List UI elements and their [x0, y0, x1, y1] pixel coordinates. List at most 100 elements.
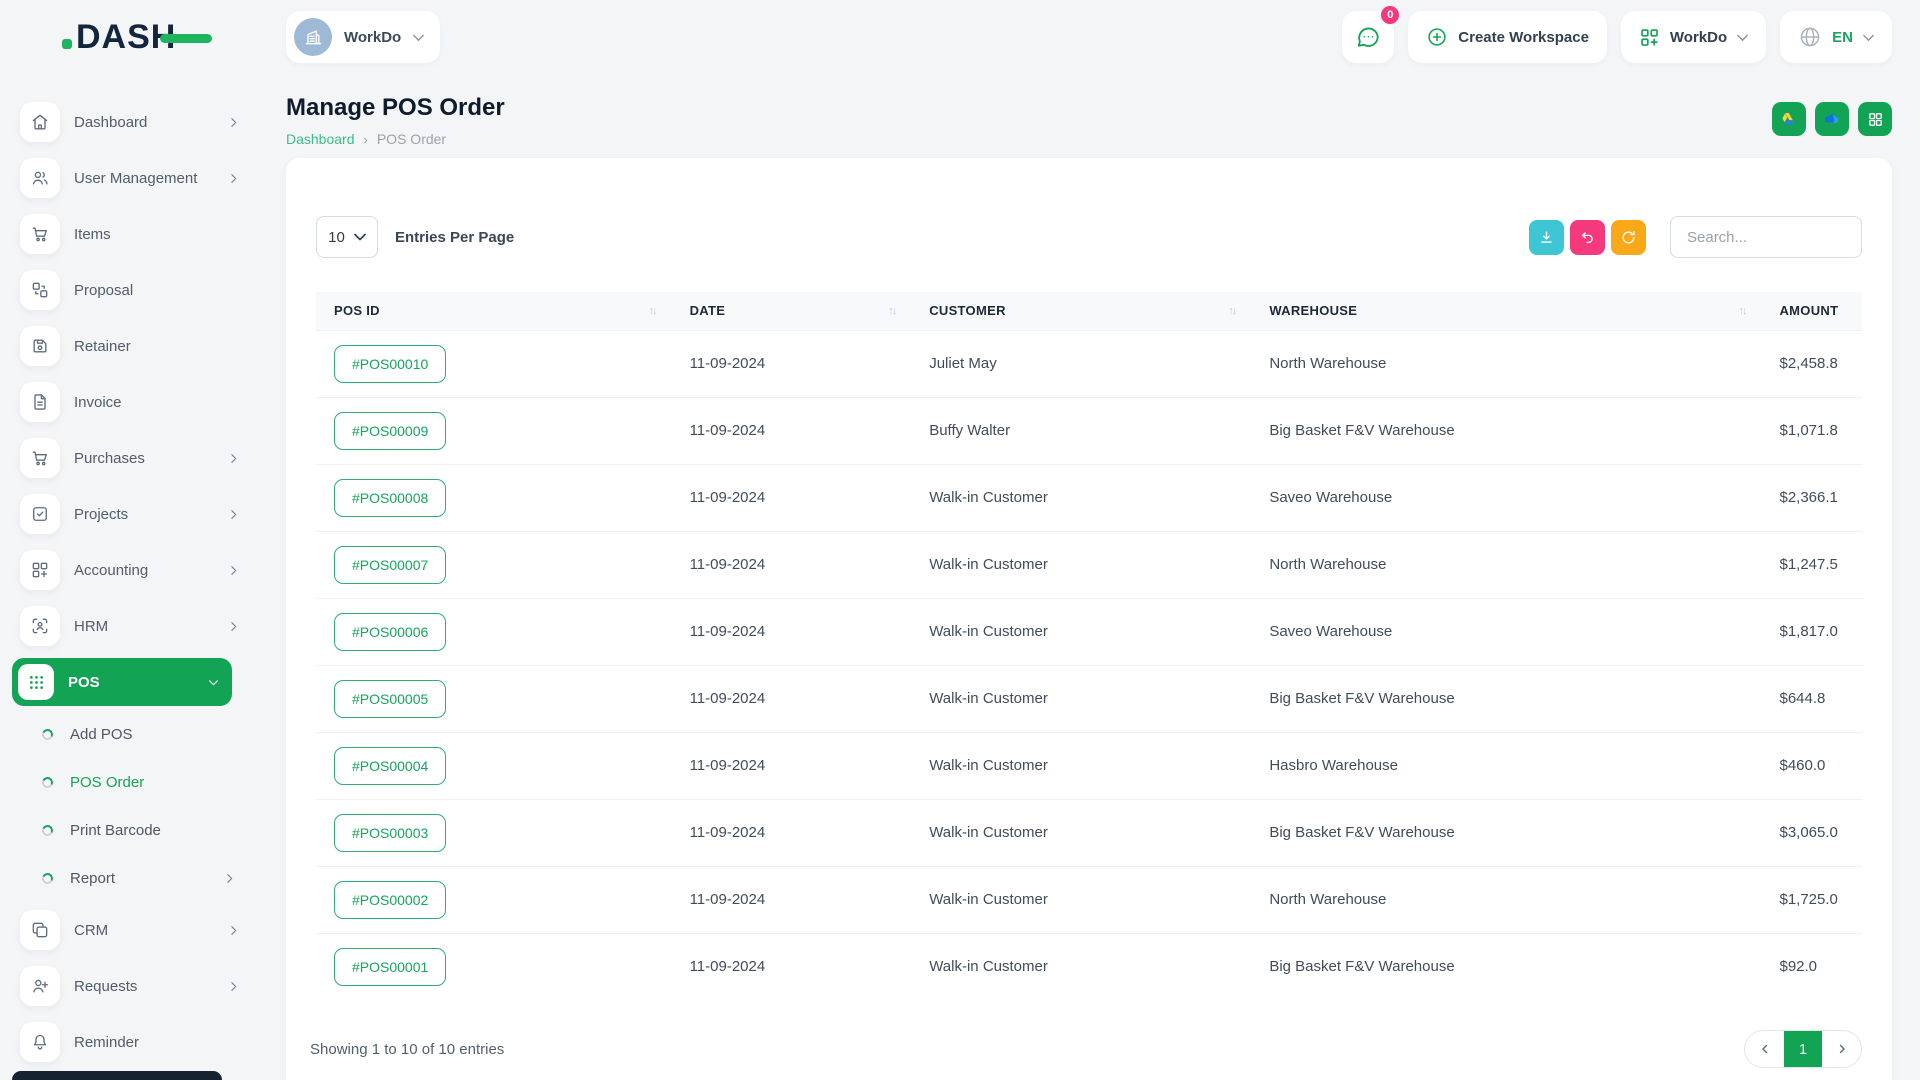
check-square-icon — [20, 494, 60, 534]
cart-icon — [20, 214, 60, 254]
chat-icon — [1355, 24, 1381, 50]
search-input[interactable] — [1670, 216, 1862, 258]
onedrive-icon — [1822, 109, 1842, 129]
workspace-building-icon — [294, 18, 332, 56]
sidebar-item-label: POS — [68, 674, 193, 691]
column-header-amount[interactable]: AMOUNT — [1761, 292, 1862, 330]
pos-id-badge[interactable]: #POS00002 — [334, 881, 446, 919]
table-row: #POS00006 11-09-2024 Walk-in Customer Sa… — [316, 598, 1862, 665]
date-cell: 11-09-2024 — [672, 732, 912, 799]
pos-id-badge[interactable]: #POS00005 — [334, 680, 446, 718]
messages-button[interactable]: 0 — [1342, 11, 1394, 63]
swap-boxes-icon — [20, 270, 60, 310]
chevron-left-icon — [1758, 1042, 1772, 1056]
pos-id-badge[interactable]: #POS00004 — [334, 747, 446, 785]
column-header-warehouse[interactable]: WAREHOUSE↑↓ — [1251, 292, 1761, 330]
workdo-apps-menu[interactable]: WorkDo — [1621, 11, 1766, 63]
sidebar-item-purchases[interactable]: Purchases — [0, 430, 260, 486]
table-row: #POS00007 11-09-2024 Walk-in Customer No… — [316, 531, 1862, 598]
pos-id-badge[interactable]: #POS00010 — [334, 345, 446, 383]
showing-entries-text: Showing 1 to 10 of 10 entries — [310, 1041, 504, 1058]
sidebar-item-user-management[interactable]: User Management — [0, 150, 260, 206]
language-selector[interactable]: EN — [1780, 11, 1892, 63]
undo-button[interactable] — [1570, 220, 1605, 255]
customer-cell: Walk-in Customer — [911, 732, 1251, 799]
google-drive-icon — [1780, 110, 1798, 128]
pos-id-badge[interactable]: #POS00003 — [334, 814, 446, 852]
sidebar-item-crm[interactable]: CRM — [0, 902, 260, 958]
table-row: #POS00005 11-09-2024 Walk-in Customer Bi… — [316, 665, 1862, 732]
onedrive-button[interactable] — [1815, 102, 1849, 136]
sidebar-item-accounting[interactable]: Accounting — [0, 542, 260, 598]
column-header-date[interactable]: DATE↑↓ — [672, 292, 912, 330]
grid-plus-icon — [20, 550, 60, 590]
sidebar-subitem-add-pos[interactable]: Add POS — [0, 710, 260, 758]
breadcrumb-dashboard-link[interactable]: Dashboard — [286, 131, 355, 147]
pagination: 1 — [1744, 1030, 1862, 1068]
chevron-right-icon — [227, 620, 240, 633]
sidebar-item-hrm[interactable]: HRM — [0, 598, 260, 654]
sidebar-item-proposal[interactable]: Proposal — [0, 262, 260, 318]
amount-cell: $1,725.0 — [1761, 866, 1862, 933]
amount-cell: $2,366.1 — [1761, 464, 1862, 531]
plus-circle-icon — [1426, 26, 1448, 48]
google-drive-button[interactable] — [1772, 102, 1806, 136]
pagination-page-1[interactable]: 1 — [1784, 1031, 1822, 1067]
chevron-right-icon — [227, 980, 240, 993]
pos-id-badge[interactable]: #POS00006 — [334, 613, 446, 651]
pagination-next-button[interactable] — [1822, 1031, 1861, 1067]
sidebar: Dashboard User Management Items Proposal — [0, 74, 260, 1080]
sidebar-item-dashboard[interactable]: Dashboard — [0, 94, 260, 150]
amount-cell: $2,458.8 — [1761, 330, 1862, 397]
create-workspace-button[interactable]: Create Workspace — [1408, 11, 1607, 63]
export-download-button[interactable] — [1529, 220, 1564, 255]
sidebar-item-reminder[interactable]: Reminder — [0, 1014, 260, 1070]
sidebar-item-label: Dashboard — [74, 114, 213, 131]
sidebar-item-label: Requests — [74, 978, 213, 995]
breadcrumb-separator-icon: › — [364, 132, 368, 147]
pos-id-badge[interactable]: #POS00007 — [334, 546, 446, 584]
date-cell: 11-09-2024 — [672, 933, 912, 1000]
pos-id-badge[interactable]: #POS00008 — [334, 479, 446, 517]
chevron-right-icon — [227, 508, 240, 521]
column-header-customer[interactable]: CUSTOMER↑↓ — [911, 292, 1251, 330]
pos-id-badge[interactable]: #POS00001 — [334, 948, 446, 986]
date-cell: 11-09-2024 — [672, 464, 912, 531]
table-row: #POS00008 11-09-2024 Walk-in Customer Sa… — [316, 464, 1862, 531]
download-icon — [1538, 229, 1555, 246]
table-row: #POS00004 11-09-2024 Walk-in Customer Ha… — [316, 732, 1862, 799]
sidebar-item-projects[interactable]: Projects — [0, 486, 260, 542]
workspace-selector[interactable]: WorkDo — [286, 11, 440, 63]
sidebar-item-requests[interactable]: Requests — [0, 958, 260, 1014]
amount-cell: $644.8 — [1761, 665, 1862, 732]
date-cell: 11-09-2024 — [672, 531, 912, 598]
entries-per-page-select[interactable]: 10 — [316, 216, 378, 258]
warehouse-cell: Saveo Warehouse — [1251, 464, 1761, 531]
refresh-button[interactable] — [1611, 220, 1646, 255]
table-row: #POS00001 11-09-2024 Walk-in Customer Bi… — [316, 933, 1862, 1000]
column-header-pos-id[interactable]: POS ID↑↓ — [316, 292, 672, 330]
undo-icon — [1579, 229, 1596, 246]
grid-plus-icon — [1639, 27, 1660, 48]
chevron-right-icon — [227, 116, 240, 129]
page-title: Manage POS Order — [286, 94, 505, 122]
customer-cell: Walk-in Customer — [911, 598, 1251, 665]
sidebar-item-retainer[interactable]: Retainer — [0, 318, 260, 374]
date-cell: 11-09-2024 — [672, 799, 912, 866]
sidebar-subitem-pos-order[interactable]: POS Order — [0, 758, 260, 806]
sidebar-item-label: Items — [74, 226, 240, 243]
chevron-right-icon — [227, 564, 240, 577]
donut-icon — [40, 727, 54, 741]
brand-logo[interactable]: DASH — [62, 18, 212, 57]
pagination-prev-button[interactable] — [1745, 1031, 1784, 1067]
sidebar-item-pos[interactable]: POS — [12, 658, 232, 706]
sidebar-item-invoice[interactable]: Invoice — [0, 374, 260, 430]
sidebar-item-items[interactable]: Items — [0, 206, 260, 262]
chevron-right-icon — [227, 452, 240, 465]
sidebar-item-label: Reminder — [74, 1034, 240, 1051]
sidebar-subitem-report[interactable]: Report — [0, 854, 260, 902]
date-cell: 11-09-2024 — [672, 397, 912, 464]
grid-apps-button[interactable] — [1858, 102, 1892, 136]
pos-id-badge[interactable]: #POS00009 — [334, 412, 446, 450]
sidebar-subitem-print-barcode[interactable]: Print Barcode — [0, 806, 260, 854]
